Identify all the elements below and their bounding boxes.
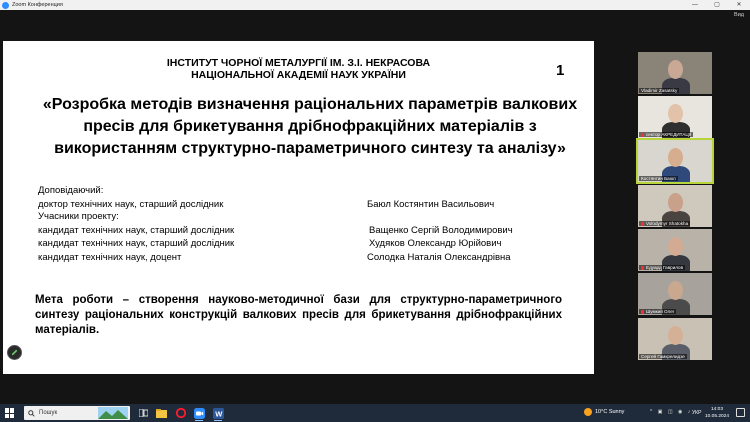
- meeting-top-bar: Вид: [0, 10, 750, 22]
- svg-text:W: W: [215, 409, 223, 418]
- system-tray-icons[interactable]: ^ ▣ ◫ ◉ ♪: [650, 409, 692, 415]
- participant-video-tile[interactable]: Vladimir Zasatsky: [638, 52, 712, 94]
- participant-name: Худяков Олександр Юрійович: [369, 238, 502, 249]
- clock-date: 10.05.2024: [704, 414, 729, 419]
- mic-muted-icon: [641, 309, 644, 314]
- participant-name-label: Vladimir Zasatsky: [639, 88, 680, 93]
- participant-face: [668, 237, 683, 256]
- clock-time: 14:03: [710, 407, 723, 412]
- research-goal: Мета роботи – створення науково-методичн…: [35, 294, 562, 336]
- participant-name: сектор АКРЕДИТАЦІЇ: [646, 132, 692, 137]
- view-button[interactable]: Вид: [734, 12, 744, 18]
- participant-video-tile[interactable]: Шумкий Олег: [638, 273, 712, 315]
- input-language[interactable]: УКР: [692, 410, 701, 416]
- participant-name: Шумкий Олег: [646, 309, 675, 314]
- speaker-name: Баюл Костянтин Васильович: [367, 199, 495, 210]
- participant-name-label: Едуард Гаврилов: [639, 265, 686, 270]
- participant-degree: кандидат технічних наук, старший дослідн…: [38, 225, 235, 236]
- file-explorer-icon[interactable]: [155, 407, 167, 419]
- weather-widget[interactable]: 10°C Sunny: [584, 408, 624, 416]
- participant-name: Солодка Наталія Олександрівна: [367, 252, 511, 263]
- window-title: Zoom Конференция: [12, 2, 63, 8]
- taskbar-clock[interactable]: 14:03 10.05.2024: [704, 406, 730, 420]
- windows-start-icon[interactable]: [5, 408, 15, 418]
- search-icon: [28, 409, 35, 417]
- windows-taskbar: Пошук W 10°C Sunny ^ ▣ ◫ ◉ ♪ УКР 14:03 1…: [0, 404, 750, 422]
- mic-muted-icon: [641, 132, 644, 137]
- close-button[interactable]: ✕: [728, 0, 750, 10]
- maximize-button[interactable]: ▢: [706, 0, 728, 10]
- participant-name-label: Костянтин Баюл: [639, 176, 678, 181]
- speaker-label: Доповідаючий:: [38, 185, 104, 196]
- participant-name-label: Шумкий Олег: [639, 309, 677, 314]
- opera-icon[interactable]: [175, 407, 187, 419]
- screen: Zoom Конференция — ▢ ✕ Вид ІНСТИТУТ ЧОРН…: [0, 0, 750, 422]
- participant-name: Vladimir Zasatsky: [641, 88, 678, 93]
- participant-name-label: Volodymyr Shatokha: [639, 221, 691, 226]
- participant-face: [668, 193, 683, 212]
- participant-degree: кандидат технічних наук, старший дослідн…: [38, 238, 235, 249]
- participants-label: Учасники проекту:: [38, 211, 119, 222]
- notifications-icon[interactable]: [736, 408, 745, 417]
- mic-muted-icon: [641, 265, 644, 270]
- participant-name: Едуард Гаврилов: [646, 265, 684, 270]
- institute-line-2: НАЦІОНАЛЬНОЇ АКАДЕМІЇ НАУК УКРАЇНИ: [191, 69, 406, 81]
- participant-face: [668, 148, 683, 167]
- taskbar-search[interactable]: Пошук: [24, 406, 130, 420]
- participant-video-tile[interactable]: Сергей Гамкрелидзе: [638, 318, 712, 360]
- participant-video-tile[interactable]: сектор АКРЕДИТАЦІЇ: [638, 96, 712, 138]
- participant-face: [668, 281, 683, 300]
- mic-muted-icon: [641, 221, 644, 226]
- participant-name: Ващенко Сергій Володимирович: [369, 225, 513, 236]
- landscape-icon: [98, 407, 128, 419]
- window-title-bar: Zoom Конференция — ▢ ✕: [0, 0, 750, 10]
- speaker-degree: доктор технічних наук, старший дослідник: [38, 199, 224, 210]
- institute-line-1: ІНСТИТУТ ЧОРНОЇ МЕТАЛУРГІЇ ІМ. З.І. НЕКР…: [166, 57, 431, 69]
- participant-video-tile[interactable]: Костянтин Баюл: [636, 138, 714, 184]
- annotate-button[interactable]: [7, 345, 22, 360]
- slide-title: «Розробка методів визначення раціональни…: [42, 96, 578, 157]
- participant-name: Volodymyr Shatokha: [646, 221, 689, 226]
- pencil-icon: [11, 349, 18, 356]
- participant-face: [668, 326, 683, 345]
- participant-name: Костянтин Баюл: [641, 176, 676, 181]
- participant-name-label: сектор АКРЕДИТАЦІЇ: [639, 132, 694, 137]
- word-icon[interactable]: W: [212, 407, 224, 421]
- task-view-icon[interactable]: [137, 407, 149, 419]
- participant-name-label: Сергей Гамкрелидзе: [639, 354, 687, 359]
- minimize-button[interactable]: —: [684, 0, 706, 10]
- participant-video-tile[interactable]: Едуард Гаврилов: [638, 229, 712, 271]
- participant-face: [668, 104, 683, 123]
- participant-name: Сергей Гамкрелидзе: [641, 354, 685, 359]
- participant-face: [668, 60, 683, 79]
- participant-degree: кандидат технічних наук, доцент: [38, 252, 182, 263]
- participant-video-tile[interactable]: Volodymyr Shatokha: [638, 185, 712, 227]
- zoom-app-icon: [2, 1, 9, 9]
- search-placeholder: Пошук: [39, 410, 58, 416]
- zoom-taskbar-icon[interactable]: [193, 407, 205, 421]
- weather-text: 10°C Sunny: [595, 409, 625, 415]
- sun-icon: [584, 408, 592, 416]
- slide-page-number: 1: [556, 62, 565, 79]
